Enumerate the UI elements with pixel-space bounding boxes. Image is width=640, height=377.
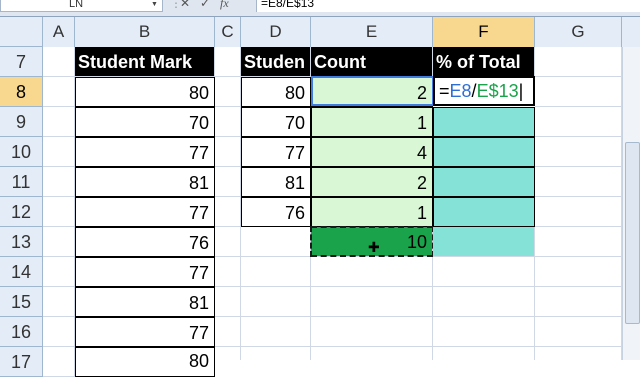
cell-e10[interactable]: 4 <box>311 137 433 167</box>
formula-ref-e8: E8 <box>449 81 472 101</box>
cell-b15[interactable]: 81 <box>75 287 215 317</box>
copy-marquee-top <box>311 226 433 228</box>
cell-d11[interactable]: 81 <box>241 167 311 197</box>
cell-b11[interactable]: 81 <box>75 167 215 197</box>
f8-formula-text[interactable]: =E8/E$13| <box>439 78 523 104</box>
cell-e9[interactable]: 1 <box>311 107 433 137</box>
chevron-down-icon[interactable]: ▼ <box>151 0 158 10</box>
cell-select-cursor-icon: ✚ <box>368 239 380 255</box>
cell-e11[interactable]: 2 <box>311 167 433 197</box>
formula-input[interactable]: =E8/E$13 <box>256 0 640 12</box>
row-header-13[interactable]: 13 <box>0 227 43 257</box>
copy-marquee-bottom <box>311 255 433 257</box>
formula-bar: LN ▼ ⋮ ✕ ✓ fx =E8/E$13 <box>0 0 640 17</box>
cell-b17[interactable]: 80 <box>75 347 215 377</box>
cell-d8[interactable]: 80 <box>241 77 311 107</box>
copy-marquee-left <box>310 226 312 257</box>
row-header-15[interactable]: 15 <box>0 287 43 317</box>
scrollbar-thumb[interactable] <box>625 142 640 324</box>
cell-f11[interactable] <box>433 167 535 197</box>
cell-d10[interactable]: 77 <box>241 137 311 167</box>
cell-b16[interactable]: 77 <box>75 317 215 347</box>
cell-a17[interactable] <box>43 347 75 377</box>
cell-f7-header[interactable]: % of Total <box>433 47 535 77</box>
cell-b10[interactable]: 77 <box>75 137 215 167</box>
column-header-b[interactable]: B <box>75 17 215 47</box>
column-header-f[interactable]: F <box>433 17 535 47</box>
cell-b9[interactable]: 70 <box>75 107 215 137</box>
formula-buttons: ⋮ ✕ ✓ fx <box>166 0 246 12</box>
select-all-corner[interactable] <box>0 17 43 47</box>
column-header-a[interactable]: A <box>43 17 75 47</box>
column-e-empty-cells[interactable] <box>311 257 433 360</box>
row-header-9[interactable]: 9 <box>0 107 43 137</box>
formula-reference-e8 <box>311 76 434 106</box>
name-box-value: LN <box>69 0 84 10</box>
formula-equals: = <box>439 81 450 101</box>
cell-f13[interactable] <box>433 227 535 257</box>
formula-ref-e13: E$13 <box>476 81 519 101</box>
column-c-cells[interactable] <box>215 47 241 360</box>
cell-f12[interactable] <box>433 197 535 227</box>
row-header-12[interactable]: 12 <box>0 197 43 227</box>
row-header-17[interactable]: 17 <box>0 347 43 377</box>
column-header-g[interactable]: G <box>535 17 622 47</box>
cell-d9[interactable]: 70 <box>241 107 311 137</box>
row-header-10[interactable]: 10 <box>0 137 43 167</box>
row-header-14[interactable]: 14 <box>0 257 43 287</box>
cell-b7-header[interactable]: Student Mark <box>75 47 215 77</box>
cell-e12[interactable]: 1 <box>311 197 433 227</box>
cell-b14[interactable]: 77 <box>75 257 215 287</box>
row-header-16[interactable]: 16 <box>0 317 43 347</box>
column-g-cells[interactable] <box>535 47 622 360</box>
cell-b13[interactable]: 76 <box>75 227 215 257</box>
enter-icon[interactable]: ✓ <box>200 0 210 10</box>
cell-f9[interactable] <box>433 107 535 137</box>
column-a-cells[interactable] <box>43 47 75 347</box>
row-header-8[interactable]: 8 <box>0 77 43 107</box>
text-cursor: | <box>518 81 524 101</box>
column-header-d[interactable]: D <box>241 17 311 47</box>
vertical-scrollbar[interactable] <box>622 47 640 360</box>
column-d-empty-cells[interactable] <box>241 227 311 360</box>
cell-b12[interactable]: 77 <box>75 197 215 227</box>
column-header-e[interactable]: E <box>311 17 433 47</box>
insert-function-icon[interactable]: fx <box>220 0 229 11</box>
cell-e7-header[interactable]: Count <box>311 47 433 77</box>
cell-f10[interactable] <box>433 137 535 167</box>
cell-f8-editing[interactable]: =E8/E$13| <box>433 76 535 106</box>
cell-d12[interactable]: 76 <box>241 197 311 227</box>
column-f-empty-cells[interactable] <box>433 257 535 360</box>
cancel-icon[interactable]: ✕ <box>180 0 190 10</box>
column-header-c[interactable]: C <box>215 17 241 47</box>
name-box[interactable]: LN <box>0 0 163 12</box>
row-header-11[interactable]: 11 <box>0 167 43 197</box>
row-header-7[interactable]: 7 <box>0 47 43 77</box>
cell-d7-header[interactable]: Studen <box>241 47 311 77</box>
cell-b8[interactable]: 80 <box>75 77 215 107</box>
column-header-bar: A B C D E F G <box>0 17 640 48</box>
